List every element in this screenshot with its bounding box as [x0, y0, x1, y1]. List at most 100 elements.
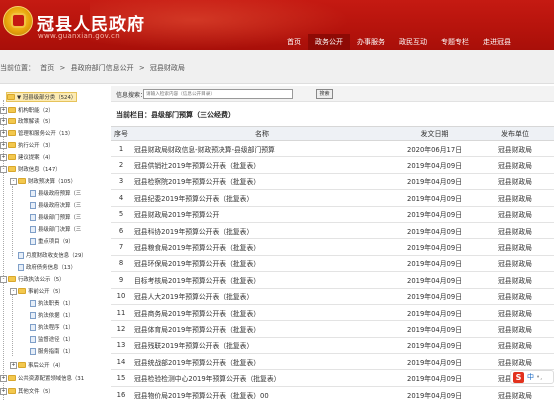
ime-mode[interactable]: 中	[527, 372, 534, 382]
breadcrumb-home[interactable]: 首页	[40, 64, 54, 72]
tree-item-all[interactable]: ▼ 冠县级部分类（524）	[6, 92, 78, 102]
nav-services[interactable]: 办事服务	[350, 34, 392, 50]
tree-item-other-docs[interactable]: + 其他文件（5）	[0, 386, 54, 396]
table-row[interactable]: 5 冠县财政局2019年预算公开 2019年04月09日 冠县财政局	[111, 206, 554, 223]
table-row[interactable]: 9 目标考核局2019年预算公开表（批复表） 2019年04月09日 冠县财政局	[111, 271, 554, 289]
table-row[interactable]: 1 冠县财政局财政信息-财政预决算-县级部门预算 2020年06月17日 冠县财政局	[111, 140, 554, 158]
main-nav: 首页 政务公开 办事服务 政民互动 专题专栏 走进冠县	[280, 34, 518, 50]
row-title-link[interactable]: 冠县物价局2019年预算公开表（批复表）00	[131, 386, 393, 402]
tree-item-county-dept-final[interactable]: 县级部门决算（三	[30, 224, 81, 234]
tree-item-finance[interactable]: - 财政信息（147）	[0, 164, 61, 174]
table-row[interactable]: 14 冠县统战部2019年预算公开表（批复表） 2019年04月09日 冠县财政局	[111, 353, 554, 371]
nav-about-county[interactable]: 走进冠县	[476, 34, 518, 50]
folder-icon	[8, 154, 16, 160]
tree-item-management[interactable]: + 管理和服务公开（13）	[0, 128, 73, 138]
search-button[interactable]: 搜索	[316, 89, 333, 99]
tree-item-county-gov-final[interactable]: 县级政府决算（三	[30, 200, 81, 210]
sogou-logo-icon[interactable]: S	[513, 371, 524, 383]
tree-item-budget[interactable]: - 财政预决算（105）	[10, 176, 76, 186]
tree-item-public-resources[interactable]: + 公共资源配置领域信息（31	[0, 373, 84, 383]
tree-item-service-guide[interactable]: 服务指南（1）	[30, 346, 74, 356]
tree-item-key-projects[interactable]: 重点项目（9）	[30, 236, 74, 246]
table-row[interactable]: 10 冠县人大2019年预算公开表（批复表） 2019年04月09日 冠县财政局	[111, 288, 554, 305]
tree-item-proposals[interactable]: + 建议提案（4）	[0, 152, 54, 162]
tree-item-label: 县级部门预算（三	[38, 215, 82, 221]
table-row[interactable]: 6 冠县科协2019年预算公开表（批复表） 2019年04月09日 冠县财政局	[111, 222, 554, 240]
table-row[interactable]: 15冠县检验检测中心2019年预算公开表（批复表）2019年04月09日冠县财政…	[111, 369, 554, 387]
tree-item-gov-debt[interactable]: 政府债务信息（13）	[18, 262, 76, 272]
table-row[interactable]: 2 冠县供销社2019年预算公开表（批复表） 2019年04月09日 冠县财政局	[111, 156, 554, 174]
nav-topics[interactable]: 专题专栏	[434, 34, 476, 50]
document-icon	[30, 225, 36, 233]
row-publisher: 冠县财政局	[476, 238, 554, 256]
tree-item-post-disclosure[interactable]: + 事后公开（4）	[10, 360, 64, 370]
search-input[interactable]	[143, 89, 293, 99]
breadcrumb-current[interactable]: 冠县财政局	[150, 64, 185, 72]
document-icon	[30, 347, 36, 355]
row-title-link[interactable]: 冠县检验检测中心2019年预算公开表（批复表）	[131, 369, 393, 387]
table-row[interactable]: 8 冠县环保局2019年预算公开表（批复表） 2019年04月09日 冠县财政局	[111, 255, 554, 273]
table-row[interactable]: 13 冠县残联2019年预算公开表（批复表） 2019年04月09日 冠县财政局	[111, 337, 554, 355]
tree-item-policy[interactable]: + 政策解读（5）	[0, 116, 54, 126]
tree-item-pre-disclosure[interactable]: - 事前公开（5）	[10, 286, 64, 296]
ime-punctuation[interactable]: •,	[536, 373, 542, 381]
expand-icon[interactable]: +	[10, 361, 17, 369]
tree-item-county-gov-budget[interactable]: 县级政府预算（三	[30, 188, 81, 198]
expand-icon[interactable]: +	[0, 153, 7, 161]
row-title-link[interactable]: 冠县粮食局2019年预算公开表（批复表）	[131, 238, 393, 256]
table-row[interactable]: 4 冠县纪委2019年预算公开表（批复表） 2019年04月09日 冠县财政局	[111, 189, 554, 207]
row-title-link[interactable]: 冠县商务局2019年预算公开表（批复表）	[131, 304, 393, 322]
collapse-icon[interactable]: -	[10, 287, 17, 295]
tree-item-label: 执法程序（1）	[38, 325, 74, 331]
row-title-link[interactable]: 冠县统战部2019年预算公开表（批复表）	[131, 353, 393, 371]
search-label: 信息搜索：	[116, 92, 147, 99]
breadcrumb-dept-info[interactable]: 县政府部门信息公开	[71, 64, 134, 72]
tree-item-monthly-finance[interactable]: 月度财政收支信息（29）	[18, 250, 87, 260]
expand-icon[interactable]: +	[0, 129, 7, 137]
folder-icon	[7, 94, 15, 100]
national-emblem-icon[interactable]	[3, 6, 33, 36]
tree-item-label: 重点项目（9）	[38, 239, 74, 245]
row-title-link[interactable]: 冠县环保局2019年预算公开表（批复表）	[131, 255, 393, 273]
row-title-link[interactable]: 冠县纪委2019年预算公开表（批复表）	[131, 189, 393, 207]
row-title-link[interactable]: 冠县人大2019年预算公开表（批复表）	[131, 288, 393, 305]
table-row[interactable]: 11 冠县商务局2019年预算公开表（批复表） 2019年04月09日 冠县财政局	[111, 304, 554, 322]
row-title-link[interactable]: 冠县检察院2019年预算公开表（批复表）	[131, 173, 393, 191]
expand-icon[interactable]: +	[0, 106, 7, 114]
nav-home[interactable]: 首页	[280, 34, 308, 50]
expand-icon[interactable]: +	[0, 374, 7, 382]
nav-interaction[interactable]: 政民互动	[392, 34, 434, 50]
row-date: 2019年04月09日	[393, 189, 476, 207]
table-row[interactable]: 16 冠县物价局2019年预算公开表（批复表）00 2019年04月09日 冠县财政局	[111, 386, 554, 402]
tree-item-execution[interactable]: + 执行公开（3）	[0, 140, 54, 150]
table-row[interactable]: 3 冠县检察院2019年预算公开表（批复表） 2019年04月09日 冠县财政局	[111, 173, 554, 191]
row-title-link[interactable]: 冠县财政局2019年预算公开	[131, 206, 393, 223]
collapse-icon[interactable]: -	[0, 165, 7, 173]
table-row[interactable]: 12 冠县体育局2019年预算公开表（批复表） 2019年04月09日 冠县财政局	[111, 320, 554, 338]
collapse-icon[interactable]: -	[10, 177, 17, 185]
tree-item-county-dept-budget[interactable]: 县级部门预算（三	[30, 212, 81, 222]
row-title-link[interactable]: 目标考核局2019年预算公开表（批复表）	[131, 271, 393, 289]
expand-icon[interactable]: +	[0, 387, 7, 395]
tree-item-duties[interactable]: 执法职责（1）	[30, 298, 74, 308]
row-title-link[interactable]: 冠县科协2019年预算公开表（批复表）	[131, 222, 393, 240]
collapse-icon[interactable]: -	[0, 275, 7, 283]
tree-item-basis[interactable]: 执法依据（1）	[30, 310, 74, 320]
expand-icon[interactable]: +	[0, 141, 7, 149]
row-title-link[interactable]: 冠县残联2019年预算公开表（批复表）	[131, 337, 393, 355]
ime-toolbar[interactable]: S 中 •,	[510, 370, 554, 384]
tree-item-label: 政策解读（5）	[18, 119, 54, 125]
tree-item-procedure[interactable]: 执法程序（1）	[30, 322, 74, 332]
row-title-link[interactable]: 冠县供销社2019年预算公开表（批复表）	[131, 156, 393, 174]
folder-icon	[8, 276, 16, 282]
tree-item-law-enforcement[interactable]: - 行政执法公示（5）	[0, 274, 65, 284]
tree-item-label: 执法职责（1）	[38, 301, 74, 307]
table-row[interactable]: 7 冠县粮食局2019年预算公开表（批复表） 2019年04月09日 冠县财政局	[111, 238, 554, 256]
tree-item-supervision[interactable]: 监督途径（1）	[30, 334, 74, 344]
row-title-link[interactable]: 冠县体育局2019年预算公开表（批复表）	[131, 320, 393, 338]
nav-gov-affairs[interactable]: 政务公开	[308, 34, 350, 50]
tree-item-functions[interactable]: + 机构职能（2）	[0, 105, 54, 115]
row-title-link[interactable]: 冠县财政局财政信息-财政预决算-县级部门预算	[131, 140, 393, 158]
expand-icon[interactable]: +	[0, 117, 7, 125]
document-icon	[30, 201, 36, 209]
